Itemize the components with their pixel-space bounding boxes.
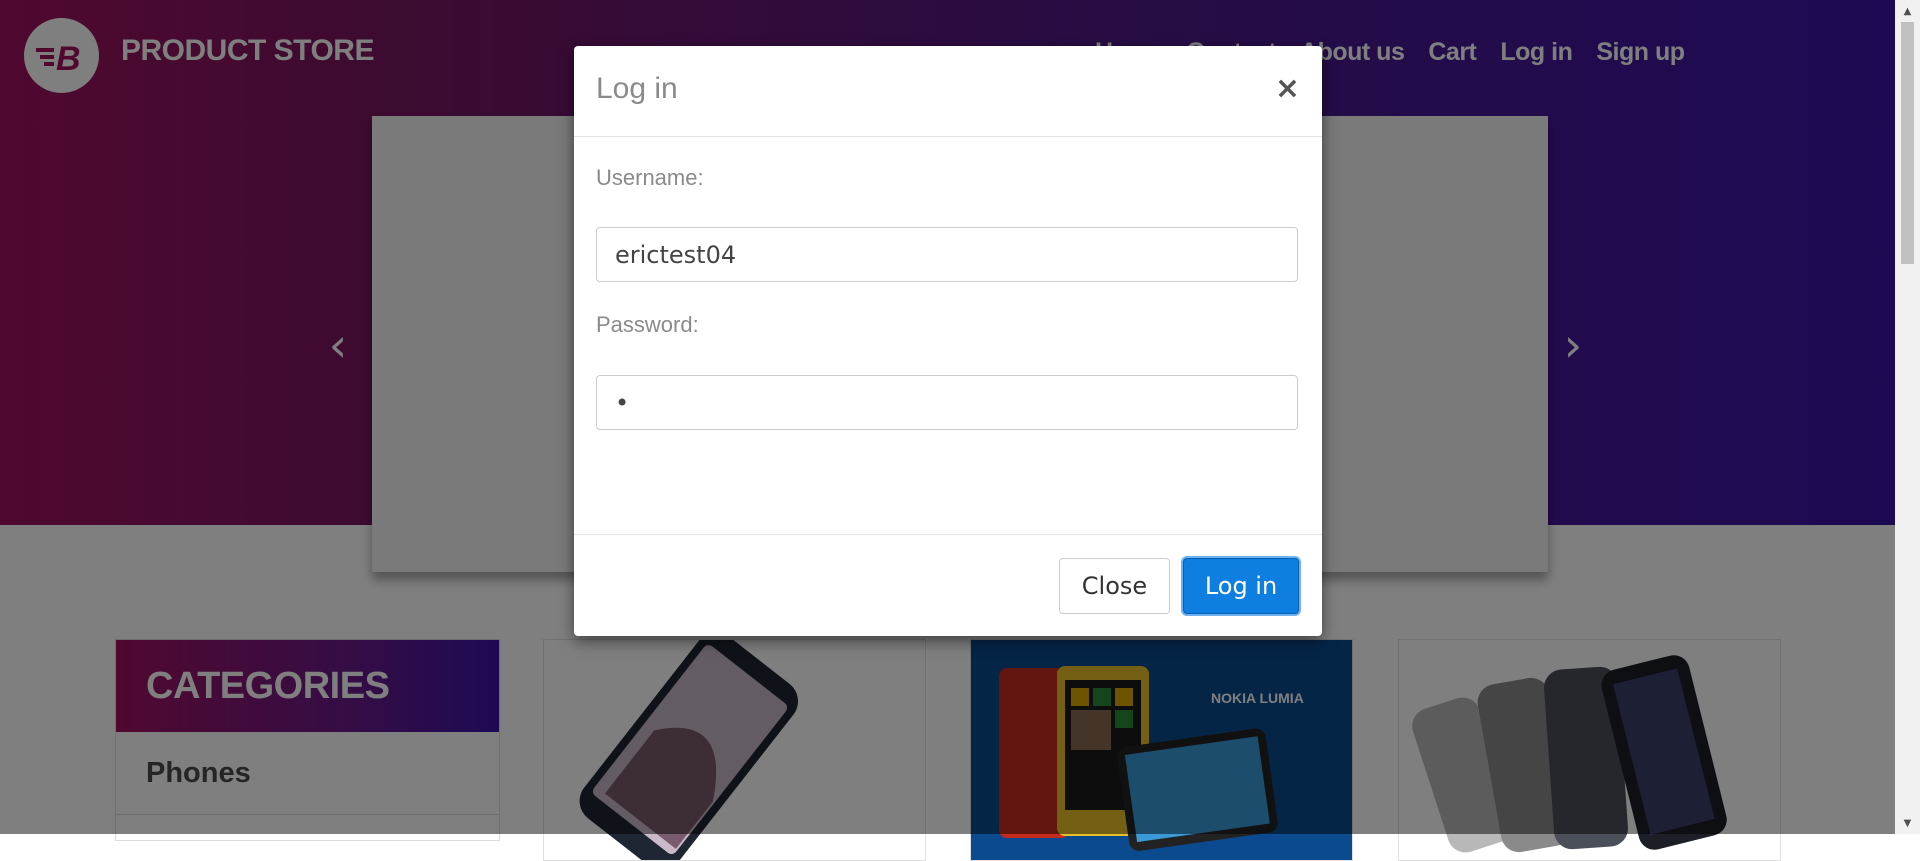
password-input[interactable]: • (596, 375, 1298, 430)
modal-body: Username: Password: • (574, 137, 1322, 580)
modal-footer: Close Log in (574, 534, 1322, 636)
scroll-thumb[interactable] (1901, 22, 1914, 264)
username-input[interactable] (596, 227, 1298, 282)
username-label: Username: (596, 165, 704, 190)
close-icon[interactable]: × (1275, 74, 1300, 104)
password-label: Password: (596, 312, 699, 337)
modal-title: Log in (596, 72, 678, 105)
scroll-up-icon[interactable]: ▲ (1895, 2, 1920, 20)
close-button[interactable]: Close (1059, 558, 1170, 614)
scrollbar[interactable]: ▲ ▼ (1895, 0, 1920, 834)
login-modal: Log in × Username: Password: • Close Log… (574, 46, 1322, 636)
log-in-button[interactable]: Log in (1183, 558, 1299, 614)
scroll-down-icon[interactable]: ▼ (1895, 814, 1920, 832)
modal-header: Log in × (574, 46, 1322, 137)
password-mask: • (615, 388, 630, 417)
